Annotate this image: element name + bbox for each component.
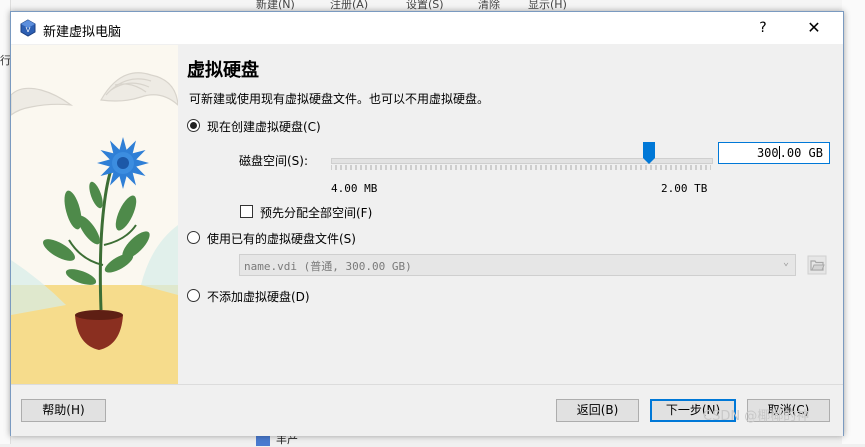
use-existing-disk-radio[interactable] (187, 231, 200, 244)
disk-size-label: 磁盘空间(S): (239, 154, 309, 168)
existing-disk-select[interactable]: name.vdi (普通, 300.00 GB) ⌄ (239, 254, 796, 276)
create-disk-radio[interactable] (187, 119, 200, 132)
slider-min-label: 4.00 MB (331, 182, 378, 195)
create-disk-label[interactable]: 现在创建虚拟硬盘(C) (207, 118, 321, 135)
back-button[interactable]: 返回(B) (556, 399, 639, 422)
disk-size-value: 300 (756, 146, 779, 160)
chevron-down-icon: ⌄ (782, 257, 789, 268)
plant-illustration (11, 45, 178, 384)
disk-size-slider-track[interactable] (331, 158, 713, 164)
disk-size-slider-handle[interactable] (643, 142, 655, 164)
preallocate-label[interactable]: 预先分配全部空间(F) (260, 204, 372, 221)
close-button[interactable]: ✕ (799, 16, 829, 40)
title-bar[interactable]: V 新建虚拟电脑 ? ✕ (11, 12, 843, 44)
existing-disk-value: name.vdi (普通, 300.00 GB) (244, 260, 412, 273)
window-title: 新建虚拟电脑 (43, 25, 122, 40)
choose-disk-file-icon[interactable] (807, 255, 827, 275)
virtualbox-icon: V (20, 19, 36, 37)
svg-text:V: V (26, 26, 31, 34)
slider-max-label: 2.00 TB (661, 182, 708, 195)
help-button[interactable]: 帮助(H) (21, 399, 106, 422)
background-right-panel (842, 0, 865, 444)
disk-size-unit: .00 GB (779, 146, 823, 160)
bg-item-icon (256, 436, 270, 446)
page-description: 可新建或使用现有虚拟硬盘文件。也可以不用虚拟硬盘。 (189, 92, 490, 106)
csdn-watermark: CSDN @椰椰的神 (703, 409, 810, 424)
no-disk-label[interactable]: 不添加虚拟硬盘(D) (207, 288, 310, 305)
new-vm-dialog: V 新建虚拟电脑 ? ✕ 虚拟硬盘 可新建或使用现有虚拟硬盘文件。也可以不用虚拟… (10, 11, 844, 436)
no-disk-radio[interactable] (187, 289, 200, 302)
help-title-button[interactable]: ? (748, 16, 778, 40)
page-heading: 虚拟硬盘 (187, 60, 259, 81)
disk-size-input[interactable]: 300.00 GB (718, 142, 830, 164)
slider-ticks (331, 165, 711, 170)
preallocate-checkbox[interactable] (240, 205, 253, 218)
use-existing-disk-label[interactable]: 使用已有的虚拟硬盘文件(S) (207, 230, 356, 247)
